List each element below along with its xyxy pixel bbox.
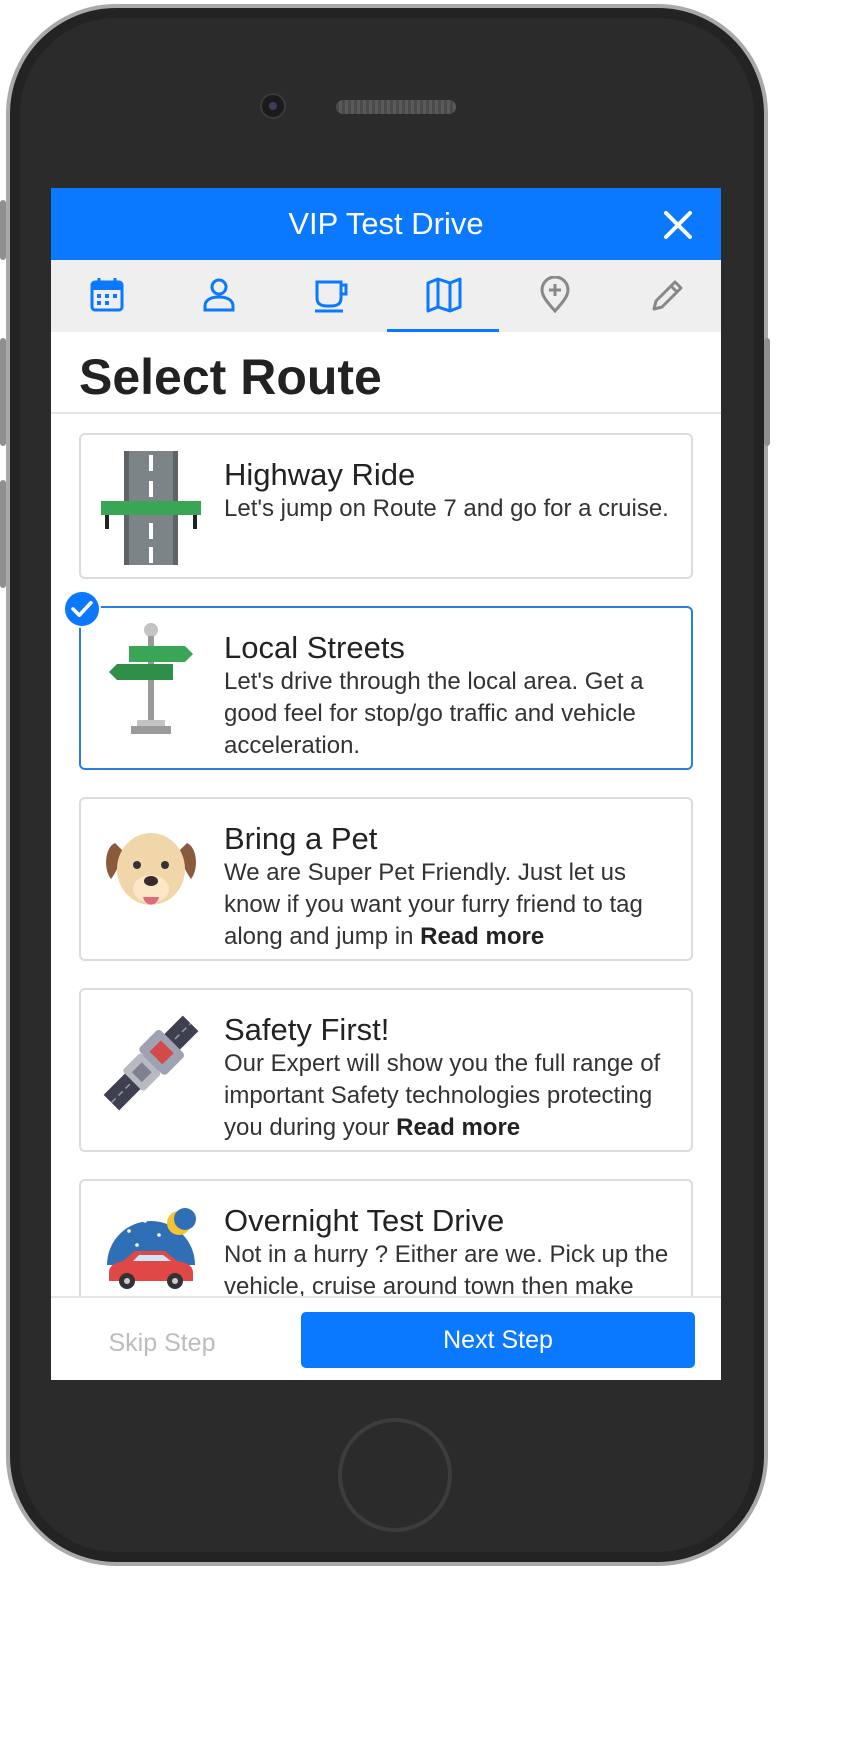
divider [51, 412, 721, 414]
tab-route[interactable] [387, 260, 499, 332]
active-tab-indicator [387, 329, 499, 332]
front-camera [260, 93, 286, 119]
close-icon[interactable] [663, 210, 693, 240]
person-icon [203, 278, 235, 312]
dog-icon [106, 833, 196, 905]
route-description: Let's jump on Route 7 and go for a cruis… [224, 495, 669, 522]
read-more-link[interactable]: Read more [420, 923, 544, 950]
tab-location[interactable] [499, 260, 611, 332]
home-button[interactable] [338, 1418, 452, 1532]
speaker-grille [336, 100, 456, 114]
power-button [764, 338, 770, 446]
tab-schedule[interactable] [51, 260, 163, 332]
tab-notes[interactable] [611, 260, 721, 332]
map-pin-plus-icon [540, 276, 570, 314]
map-icon [426, 277, 462, 313]
mute-switch [0, 200, 6, 260]
route-description: Let's drive through the local area. Get … [224, 668, 644, 759]
seatbelt-icon [103, 1015, 199, 1111]
coffee-cup-icon [315, 280, 348, 313]
app-screen: VIP Test Drive Select Route Highway Ride… [51, 188, 721, 1380]
title-bar: VIP Test Drive [51, 188, 721, 260]
route-card-highway[interactable]: Highway Ride Let's jump on Route 7 and g… [79, 433, 693, 579]
route-card-local-streets[interactable]: Local Streets Let's drive through the lo… [79, 606, 693, 770]
route-card-bring-pet[interactable]: Bring a Pet We are Super Pet Friendly. J… [79, 797, 693, 961]
volume-up-button [0, 338, 6, 446]
route-title: Highway Ride [224, 457, 416, 492]
route-title: Overnight Test Drive [224, 1203, 505, 1238]
route-description: We are Super Pet Friendly. Just let us k… [224, 857, 682, 953]
next-step-button[interactable]: Next Step [301, 1312, 695, 1368]
highway-icon [101, 451, 201, 565]
volume-down-button [0, 480, 6, 588]
route-description: Our Expert will show you the full range … [224, 1048, 682, 1144]
street-sign-icon [109, 623, 193, 734]
route-description: Not in a hurry ? Either are we. Pick up … [224, 1241, 669, 1300]
route-title: Safety First! [224, 1012, 390, 1047]
app-title: VIP Test Drive [288, 206, 484, 241]
step-tabs [51, 260, 721, 332]
skip-step-button[interactable]: Skip Step [51, 1316, 273, 1370]
page-title: Select Route [79, 349, 382, 405]
route-card-safety-first[interactable]: Safety First! Our Expert will show you t… [79, 988, 693, 1152]
selected-check-icon [63, 590, 101, 628]
route-title: Bring a Pet [224, 821, 378, 856]
route-title: Local Streets [224, 630, 405, 665]
tab-contact[interactable] [163, 260, 275, 332]
tab-refreshments[interactable] [275, 260, 387, 332]
read-more-link[interactable]: Read more [396, 1114, 520, 1141]
pencil-icon [652, 280, 683, 311]
calendar-icon [90, 278, 124, 312]
footer-bar: Skip Step Next Step [51, 1296, 721, 1380]
